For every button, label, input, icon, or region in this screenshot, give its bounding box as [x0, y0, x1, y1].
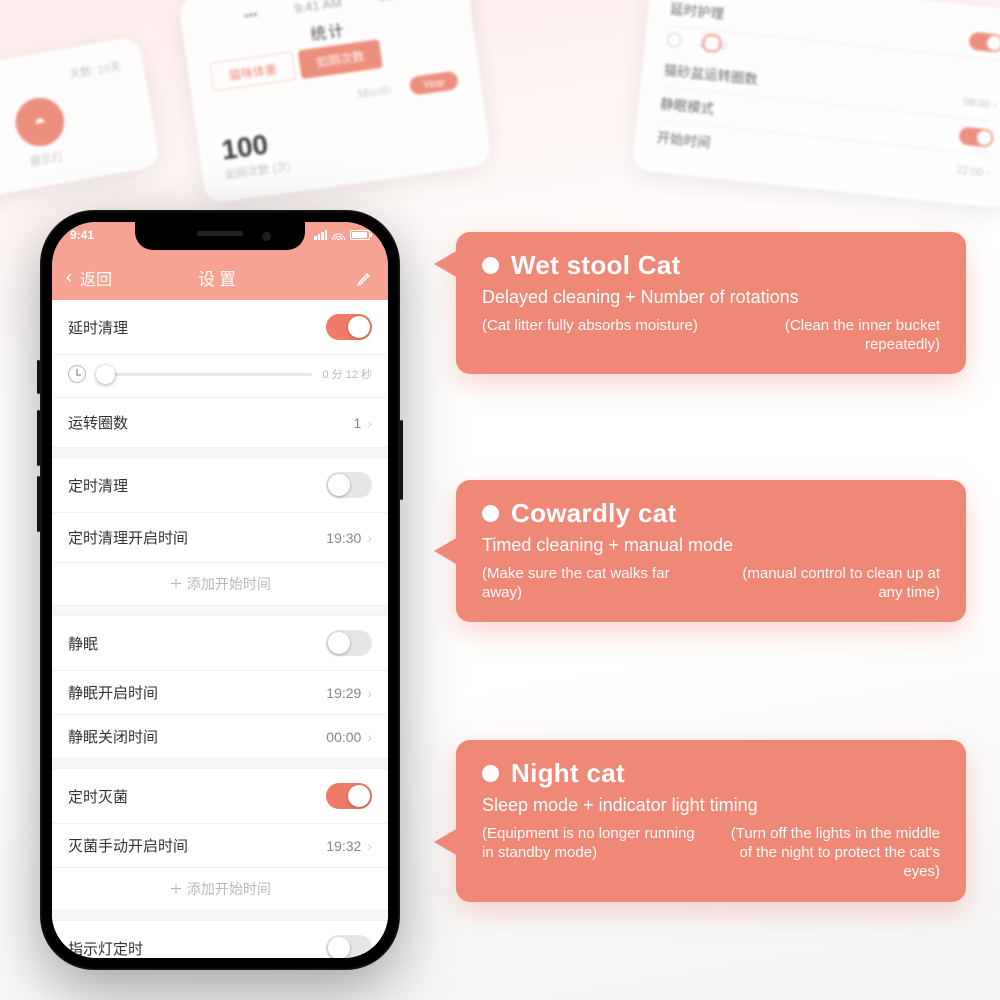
- row-label: 指示灯定时: [68, 938, 143, 959]
- callout-night: Night cat Sleep mode + indicator light t…: [456, 740, 966, 902]
- toggle-timed-uv[interactable]: [326, 783, 372, 809]
- callout-note-right: (Turn off the lights in the middle of th…: [719, 824, 940, 882]
- bg-home-card: 天数: 10天 灭菌 ◓ 提示灯: [0, 36, 161, 206]
- callout-cowardly: Cowardly cat Timed cleaning + manual mod…: [456, 480, 966, 622]
- row-timed-uv[interactable]: 定时灭菌: [52, 769, 388, 824]
- callout-note-right: (Clean the inner bucket repeatedly): [719, 316, 940, 354]
- callout-title: Wet stool Cat: [511, 250, 681, 281]
- row-label: 运转圈数: [68, 412, 128, 433]
- callout-subtitle: Sleep mode + indicator light timing: [482, 795, 940, 816]
- row-timed-clean-start[interactable]: 定时清理开启时间 19:30›: [52, 513, 388, 563]
- row-label: 定时清理: [68, 475, 128, 496]
- callout-note-left: (Equipment is no longer running in stand…: [482, 824, 703, 882]
- row-sleep[interactable]: 静眠: [52, 616, 388, 671]
- row-uv-manual[interactable]: 灭菌手动开启时间 19:32›: [52, 824, 388, 868]
- row-indicator[interactable]: 指示灯定时: [52, 921, 388, 958]
- status-time: 9:41: [70, 228, 94, 242]
- row-delay-slider[interactable]: 0 分 12 秒: [52, 355, 388, 398]
- row-label: 静眠开启时间: [68, 682, 158, 703]
- settings-list[interactable]: 延时清理 0 分 12 秒 运转圈数 1› 定时清理 定时清理开启时间 19:3…: [52, 300, 388, 958]
- callout-note-right: (manual control to clean up at any time): [719, 564, 940, 602]
- add-start-time[interactable]: ＋ 添加开始时间: [52, 563, 388, 606]
- row-sleep-on[interactable]: 静眠开启时间 19:29›: [52, 671, 388, 715]
- callout-note-left: (Cat litter fully absorbs moisture): [482, 316, 703, 354]
- toggle-sleep[interactable]: [326, 630, 372, 656]
- row-label: 灭菌手动开启时间: [68, 835, 188, 856]
- delay-slider[interactable]: [96, 373, 312, 376]
- callout-title: Night cat: [511, 758, 625, 789]
- bg-settings-card: 延时护理 22:00 猫砂盆运转圈数08:00 › 静眠模式 开始时间22:00…: [632, 0, 1000, 209]
- row-label: 定时清理开启时间: [68, 527, 188, 548]
- row-sleep-off[interactable]: 静眠关闭时间 00:00›: [52, 715, 388, 759]
- battery-icon: [350, 230, 370, 240]
- row-delay-clean[interactable]: 延时清理: [52, 300, 388, 355]
- chevron-right-icon: ›: [367, 530, 372, 546]
- toggle-timed-clean[interactable]: [326, 472, 372, 498]
- timer-icon: [68, 365, 86, 383]
- edit-icon[interactable]: [356, 269, 374, 287]
- chevron-right-icon: ›: [367, 838, 372, 854]
- row-timed-clean[interactable]: 定时清理: [52, 458, 388, 513]
- chevron-right-icon: ›: [367, 729, 372, 745]
- bullet-icon: [482, 505, 499, 522]
- phone-frame: 9:41 ‹ 返回 设置 延时清理: [40, 210, 400, 970]
- row-rotations[interactable]: 运转圈数 1›: [52, 398, 388, 448]
- callout-note-left: (Make sure the cat walks far away): [482, 564, 703, 602]
- cellular-icon: [314, 230, 327, 240]
- row-label: 延时清理: [68, 317, 128, 338]
- wifi-icon: [332, 231, 345, 240]
- row-label: 静眠: [68, 633, 98, 654]
- row-label: 定时灭菌: [68, 786, 128, 807]
- phone-screen: 9:41 ‹ 返回 设置 延时清理: [52, 222, 388, 958]
- page-title: 设置: [90, 265, 348, 290]
- callout-subtitle: Timed cleaning + manual mode: [482, 535, 940, 556]
- back-button[interactable]: ‹: [66, 267, 72, 288]
- toggle-delay-clean[interactable]: [326, 314, 372, 340]
- add-uv-start-time[interactable]: ＋ 添加开始时间: [52, 868, 388, 911]
- callout-subtitle: Delayed cleaning + Number of rotations: [482, 287, 940, 308]
- callout-wet-stool: Wet stool Cat Delayed cleaning + Number …: [456, 232, 966, 374]
- bg-stats-card: ••• 9:41 AM 80% 统计 猫咪体重 如厕次数 Month Year …: [178, 0, 492, 204]
- bullet-icon: [482, 765, 499, 782]
- chevron-right-icon: ›: [367, 415, 372, 431]
- row-label: 静眠关闭时间: [68, 726, 158, 747]
- delay-slider-label: 0 分 12 秒: [322, 366, 372, 382]
- toggle-indicator[interactable]: [326, 935, 372, 958]
- callout-title: Cowardly cat: [511, 498, 676, 529]
- chevron-right-icon: ›: [367, 685, 372, 701]
- phone-notch: [135, 222, 305, 250]
- bullet-icon: [482, 257, 499, 274]
